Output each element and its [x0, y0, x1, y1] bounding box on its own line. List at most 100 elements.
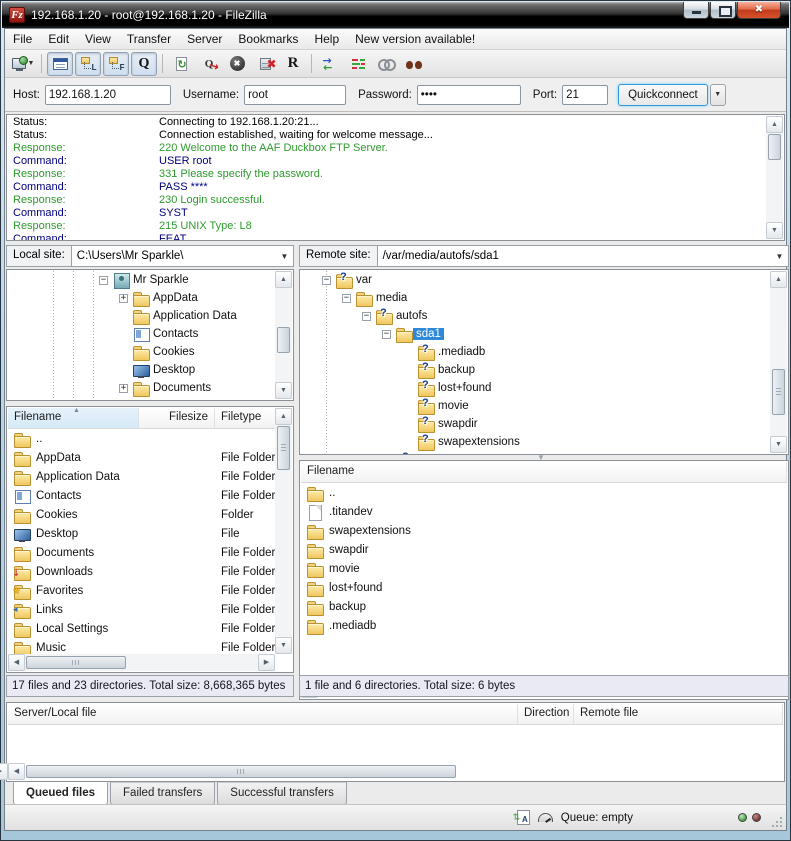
column-header-filename[interactable]: Filename — [301, 462, 787, 482]
find-files-button[interactable] — [401, 52, 427, 76]
resize-grip[interactable] — [771, 816, 783, 828]
file-row[interactable]: movie — [301, 559, 787, 578]
scroll-down-icon[interactable]: ▼ — [275, 637, 292, 654]
file-row[interactable]: Application DataFile Folder — [8, 467, 275, 486]
file-row[interactable]: DocumentsFile Folder — [8, 543, 275, 562]
scrollbar-thumb[interactable] — [277, 327, 290, 353]
column-header-direction[interactable]: Direction — [518, 704, 574, 724]
tab-successful-transfers[interactable]: Successful transfers — [217, 782, 347, 805]
file-row[interactable]: .mediadb — [301, 616, 787, 635]
minimize-button[interactable] — [683, 2, 709, 19]
scroll-down-icon[interactable]: ▼ — [770, 436, 787, 453]
scrollbar-thumb[interactable] — [772, 369, 785, 415]
tree-node-backup[interactable]: ? backup — [300, 361, 770, 379]
scrollbar-thumb[interactable] — [768, 134, 781, 160]
file-row[interactable]: .. — [301, 483, 787, 502]
collapse-icon[interactable]: − — [382, 330, 391, 339]
title-bar[interactable]: Fz 192.168.1.20 - root@192.168.1.20 - Fi… — [2, 2, 789, 28]
log-vertical-scrollbar[interactable]: ▲ ▼ — [766, 116, 783, 239]
host-input[interactable] — [45, 85, 171, 105]
file-row[interactable]: swapdir — [301, 540, 787, 559]
menu-new-version-notice[interactable]: New version available! — [347, 30, 483, 48]
scroll-left-icon[interactable]: ◀ — [8, 654, 25, 671]
scroll-up-icon[interactable]: ▲ — [770, 271, 787, 288]
scroll-down-icon[interactable]: ▼ — [275, 382, 292, 399]
port-input[interactable] — [562, 85, 608, 105]
local-directory-tree[interactable]: − Mr Sparkle + AppData Application Data … — [6, 269, 294, 401]
scroll-up-icon[interactable]: ▲ — [766, 116, 783, 133]
tree-node-autofs[interactable]: − ? autofs — [300, 307, 770, 325]
password-input[interactable] — [417, 85, 521, 105]
toggle-remote-tree-button[interactable]: F — [103, 52, 129, 76]
file-row[interactable]: ★FavoritesFile Folder — [8, 581, 275, 600]
expand-icon[interactable]: + — [119, 294, 128, 303]
collapse-icon[interactable]: − — [99, 276, 108, 285]
local-list-vertical-scrollbar[interactable]: ▲ ▼ — [275, 408, 292, 654]
tree-node-downloads[interactable]: + ↓ Downloads — [7, 397, 275, 400]
toggle-message-log-button[interactable] — [47, 52, 73, 76]
quickconnect-dropdown-button[interactable]: ▼ — [710, 84, 726, 106]
tab-queued-files[interactable]: Queued files — [13, 782, 108, 805]
expand-icon[interactable]: + — [119, 384, 128, 393]
remote-file-list[interactable]: Filename .. .titandev swapextensions swa… — [299, 460, 789, 700]
scrollbar-thumb[interactable] — [26, 656, 126, 669]
scroll-left-icon[interactable]: ◀ — [8, 763, 25, 780]
quickconnect-button[interactable]: Quickconnect — [618, 84, 708, 106]
menu-bookmarks[interactable]: Bookmarks — [230, 30, 306, 48]
file-row[interactable]: .. — [8, 429, 275, 448]
file-row[interactable]: CookiesFolder — [8, 505, 275, 524]
menu-file[interactable]: File — [5, 30, 40, 48]
close-button[interactable] — [737, 2, 781, 19]
tree-node-mediadb[interactable]: ? .mediadb — [300, 343, 770, 361]
file-row[interactable]: MusicFile Folder — [8, 638, 275, 654]
reconnect-button[interactable]: R — [280, 52, 306, 76]
scroll-up-icon[interactable]: ▲ — [275, 408, 292, 425]
transfer-type-icon[interactable] — [517, 810, 530, 825]
tree-node-swapdir[interactable]: ? swapdir — [300, 415, 770, 433]
local-tree-vertical-scrollbar[interactable]: ▲ ▼ — [275, 271, 292, 399]
file-row[interactable]: ↓DownloadsFile Folder — [8, 562, 275, 581]
scroll-right-icon[interactable]: ▶ — [0, 763, 8, 780]
tree-node-dvd[interactable]: ? dvd — [300, 451, 770, 454]
chevron-down-icon[interactable]: ▼ — [276, 252, 293, 261]
tree-node-application-data[interactable]: Application Data — [7, 307, 275, 325]
disconnect-button[interactable]: ✖ — [252, 52, 278, 76]
file-row[interactable]: ContactsFile Folder — [8, 486, 275, 505]
file-row[interactable]: Local SettingsFile Folder — [8, 619, 275, 638]
site-manager-button[interactable]: ▼ — [10, 52, 36, 76]
scroll-right-icon[interactable]: ▶ — [258, 654, 275, 671]
menu-view[interactable]: View — [77, 30, 119, 48]
menu-transfer[interactable]: Transfer — [119, 30, 179, 48]
local-path-combobox[interactable]: C:\Users\Mr Sparkle\ ▼ — [72, 245, 294, 267]
file-row[interactable]: swapextensions — [301, 521, 787, 540]
tree-node-cookies[interactable]: Cookies — [7, 343, 275, 361]
file-row[interactable]: ◂LinksFile Folder — [8, 600, 275, 619]
refresh-button[interactable]: ↻ — [168, 52, 194, 76]
file-row[interactable]: AppDataFile Folder — [8, 448, 275, 467]
remote-path-combobox[interactable]: /var/media/autofs/sda1 ▼ — [378, 245, 789, 267]
tree-node-desktop[interactable]: Desktop — [7, 361, 275, 379]
toggle-queue-button[interactable]: Q — [131, 52, 157, 76]
column-header-filesize[interactable]: Filesize — [139, 408, 215, 428]
remote-directory-tree[interactable]: − ? var − media − ? autofs − sda1 — [299, 269, 789, 455]
tree-node-contacts[interactable]: Contacts — [7, 325, 275, 343]
scrollbar-thumb[interactable] — [26, 765, 456, 778]
scrollbar-thumb[interactable] — [277, 426, 290, 470]
collapse-icon[interactable]: − — [362, 312, 371, 321]
collapse-icon[interactable]: − — [322, 276, 331, 285]
local-list-horizontal-scrollbar[interactable]: ◀ ▶ — [8, 654, 275, 671]
file-row[interactable]: lost+found — [301, 578, 787, 597]
file-row[interactable]: .titandev — [301, 502, 787, 521]
speed-limits-icon[interactable] — [538, 813, 553, 822]
tree-node-movie[interactable]: ? movie — [300, 397, 770, 415]
column-header-remote-file[interactable]: Remote file — [574, 704, 783, 724]
chevron-down-icon[interactable]: ▼ — [771, 252, 788, 261]
tree-node-media[interactable]: − media — [300, 289, 770, 307]
compare-directories-button[interactable]: →→ — [317, 52, 343, 76]
transfer-queue[interactable]: Server/Local file Direction Remote file … — [6, 702, 785, 782]
tree-node-documents[interactable]: + Documents — [7, 379, 275, 397]
collapse-icon[interactable]: − — [342, 294, 351, 303]
tree-node-swapextensions[interactable]: ? swapextensions — [300, 433, 770, 451]
tree-node-appdata[interactable]: + AppData — [7, 289, 275, 307]
cancel-button[interactable]: ✖ — [224, 52, 250, 76]
